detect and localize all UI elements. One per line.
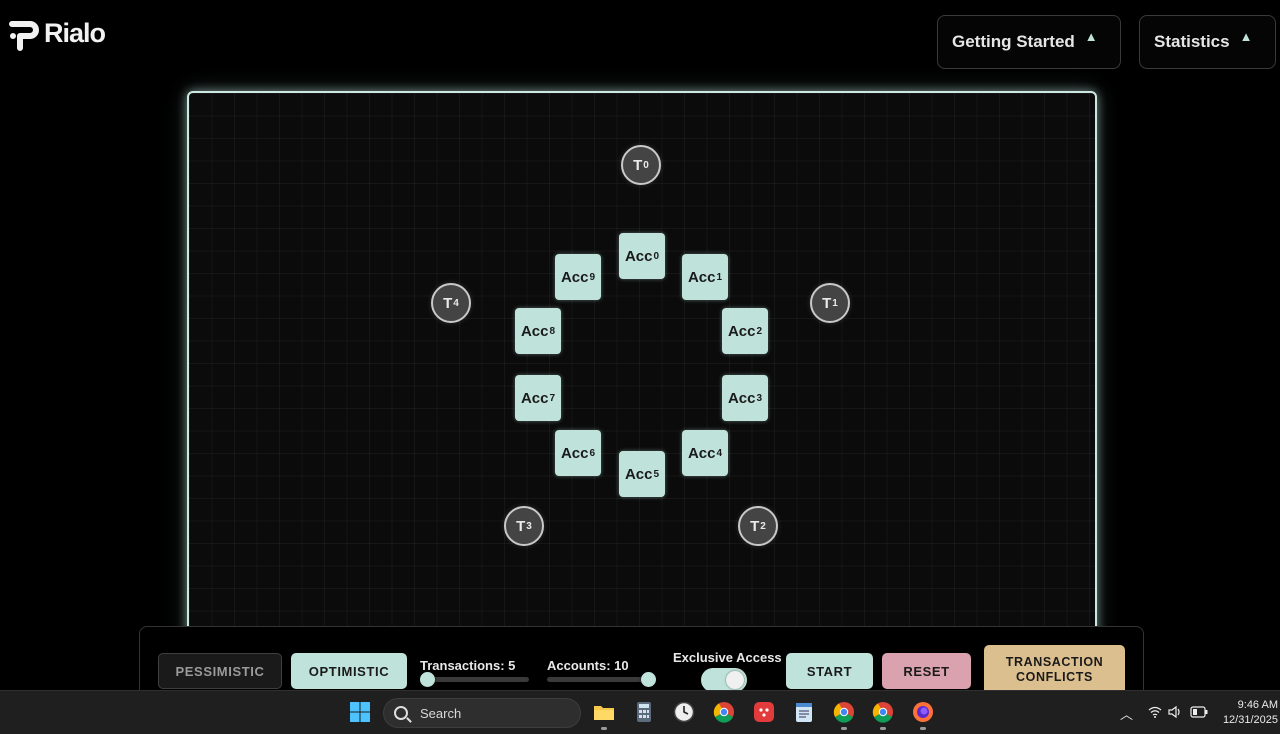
running-indicator [841,727,847,730]
account-label: Acc [687,444,716,462]
transaction-subscript: 4 [453,297,459,309]
transactions-slider-thumb[interactable] [420,672,435,687]
transaction-node-1[interactable]: T1 [810,283,850,323]
account-node-0[interactable]: Acc 0 [619,233,665,279]
account-node-6[interactable]: Acc 6 [555,430,601,476]
chrome-icon-2[interactable] [872,701,894,723]
rialo-logo-icon [9,21,39,51]
wifi-icon[interactable] [1148,706,1162,718]
getting-started-button[interactable]: Getting Started ▲ [937,15,1121,69]
account-node-7[interactable]: Acc 7 [515,375,561,421]
red-app-icon[interactable] [753,701,775,723]
account-subscript: 7 [549,392,556,404]
account-subscript: 6 [589,447,596,459]
account-subscript: 1 [716,271,723,283]
transaction-label: T [443,294,453,312]
expand-triangle-icon: ▲ [1239,28,1253,44]
accounts-slider-track[interactable] [547,677,656,682]
transaction-label: T [516,517,526,535]
running-indicator [880,727,886,730]
expand-triangle-icon: ▲ [1084,28,1098,44]
transaction-node-2[interactable]: T2 [738,506,778,546]
account-subscript: 8 [549,325,556,337]
toggle-knob [726,671,744,689]
conflicts-label-line2: CONFLICTS [1016,670,1093,684]
conflicts-label-line1: TRANSACTION [1005,655,1104,669]
transaction-label: T [633,156,643,174]
account-node-3[interactable]: Acc 3 [722,375,768,421]
taskbar-search-input[interactable]: Search [383,698,581,728]
chevron-up-icon[interactable]: ︿ [1120,704,1133,723]
account-node-1[interactable]: Acc 1 [682,254,728,300]
clock-date: 12/31/2025 [1222,714,1278,726]
taskbar-clock[interactable]: 9:46 AM 12/31/2025 [1214,698,1278,728]
account-subscript: 4 [716,447,723,459]
optimistic-button[interactable]: OPTIMISTIC [291,653,407,689]
statistics-button[interactable]: Statistics ▲ [1139,15,1276,69]
chrome-icon[interactable] [713,701,735,723]
transaction-subscript: 1 [832,297,838,309]
account-label: Acc [727,322,756,340]
firefox-icon[interactable] [912,701,934,723]
transaction-node-4[interactable]: T4 [431,283,471,323]
search-icon [394,706,408,720]
account-label: Acc [520,322,549,340]
account-node-2[interactable]: Acc 2 [722,308,768,354]
rialo-logo[interactable]: Rialo [8,14,106,52]
transaction-conflicts-button[interactable]: TRANSACTION CONFLICTS [984,645,1125,695]
brand-name: Rialo [44,17,106,48]
account-subscript: 0 [653,250,660,262]
clock-icon[interactable] [673,701,695,723]
account-label: Acc [624,465,653,483]
search-placeholder: Search [420,705,462,721]
transaction-label: T [750,517,760,535]
running-indicator [601,727,607,730]
file-explorer-icon[interactable] [593,701,615,723]
transaction-subscript: 0 [643,159,649,171]
statistics-label: Statistics [1154,32,1230,51]
account-label: Acc [727,389,756,407]
exclusive-access-toggle[interactable] [701,668,747,692]
battery-icon[interactable] [1190,706,1208,718]
pessimistic-button[interactable]: PESSIMISTIC [158,653,282,689]
account-label: Acc [560,444,589,462]
transaction-label: T [822,294,832,312]
clock-time: 9:46 AM [1237,699,1278,711]
account-node-8[interactable]: Acc 8 [515,308,561,354]
calculator-icon[interactable] [633,701,655,723]
transactions-slider-track[interactable] [420,677,529,682]
transaction-node-3[interactable]: T3 [504,506,544,546]
account-node-9[interactable]: Acc 9 [555,254,601,300]
account-subscript: 9 [589,271,596,283]
transactions-slider-label: Transactions: 5 [420,658,516,673]
account-node-5[interactable]: Acc 5 [619,451,665,497]
reset-button[interactable]: RESET [882,653,971,689]
running-indicator [920,727,926,730]
transaction-node-0[interactable]: T0 [621,145,661,185]
windows-start-icon[interactable] [349,701,371,723]
exclusive-access-label: Exclusive Access [673,650,782,665]
chrome-active-icon[interactable] [833,701,855,723]
notepad-icon[interactable] [793,701,815,723]
account-subscript: 2 [756,325,763,337]
volume-icon[interactable] [1168,705,1182,719]
account-label: Acc [687,268,716,286]
accounts-slider-label: Accounts: 10 [547,658,629,673]
account-label: Acc [624,247,653,265]
account-label: Acc [520,389,549,407]
start-button[interactable]: START [786,653,873,689]
transaction-subscript: 3 [526,520,532,532]
account-label: Acc [560,268,589,286]
account-subscript: 3 [756,392,763,404]
transaction-subscript: 2 [760,520,766,532]
account-subscript: 5 [653,468,660,480]
accounts-slider-thumb[interactable] [641,672,656,687]
getting-started-label: Getting Started [952,32,1075,51]
account-node-4[interactable]: Acc 4 [682,430,728,476]
